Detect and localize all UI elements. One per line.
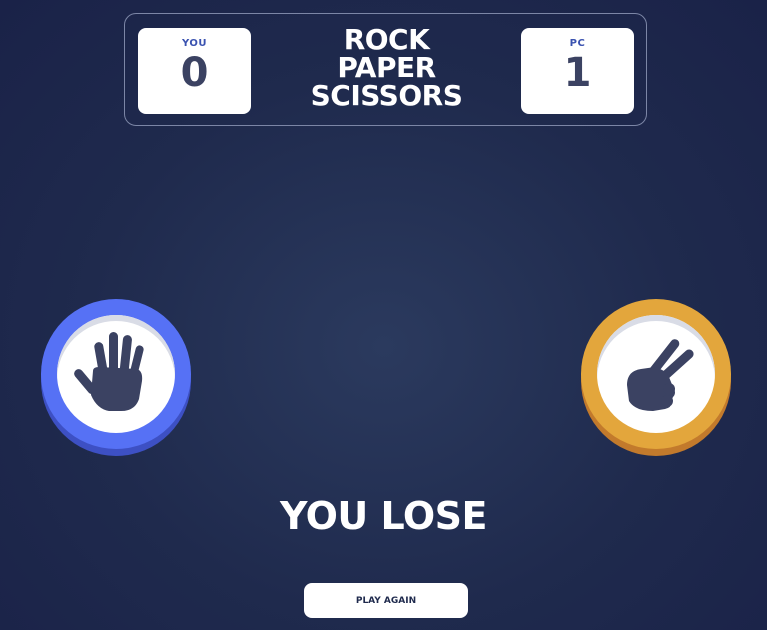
player-score-box: YOU 0	[138, 28, 251, 114]
paper-token-face	[57, 315, 175, 433]
title-line-scissors: SCISSORS	[310, 79, 463, 112]
player-score-value: 0	[180, 50, 209, 96]
scissors-hand-icon	[627, 339, 694, 411]
title-line-rock: ROCK	[343, 23, 430, 56]
paper-hand-icon	[74, 332, 144, 411]
pc-score-value: 1	[563, 50, 592, 96]
scissors-token-face	[597, 315, 715, 433]
pc-score-label: PC	[569, 38, 586, 49]
player-pick-paper-token	[41, 299, 191, 457]
result-message: YOU LOSE	[279, 494, 488, 538]
player-score-label: YOU	[181, 38, 207, 49]
house-pick-scissors-token	[581, 299, 731, 457]
play-again-button[interactable]: PLAY AGAIN	[304, 583, 468, 618]
scoreboard: YOU 0 ROCK PAPER SCISSORS PC 1	[124, 13, 647, 126]
game-title: ROCK PAPER SCISSORS	[275, 26, 498, 110]
pc-score-box: PC 1	[521, 28, 634, 114]
title-line-paper: PAPER	[337, 51, 436, 84]
